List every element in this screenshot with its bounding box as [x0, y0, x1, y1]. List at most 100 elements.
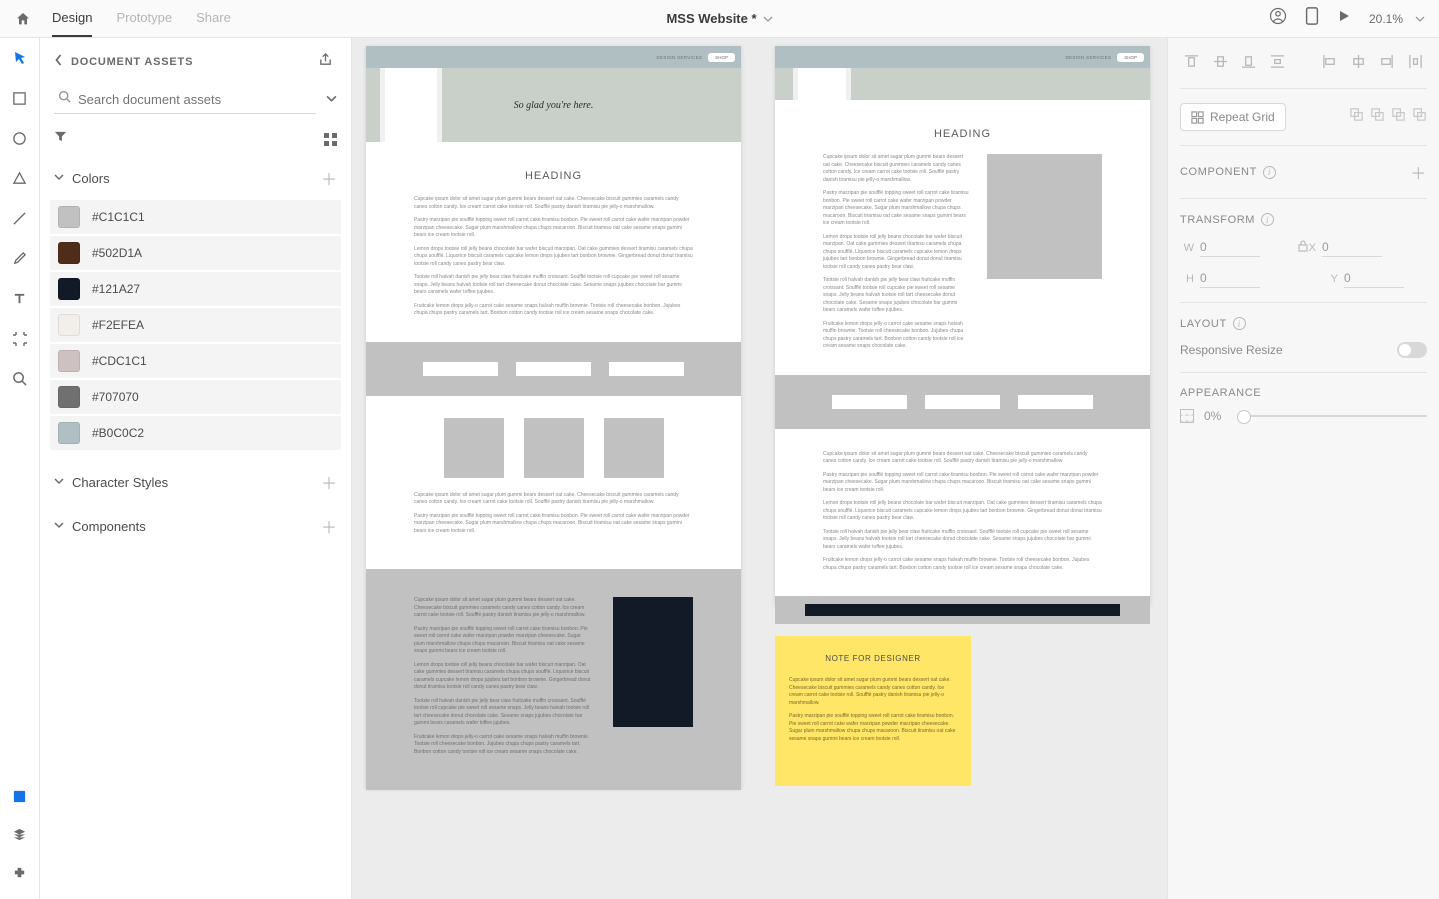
nav-design-services: DESIGN SERVICES	[1066, 55, 1112, 60]
paragraph: Lemon drops tootsie roll jelly beans cho…	[414, 246, 693, 269]
color-item[interactable]: #121A27	[50, 272, 341, 306]
sticky-note[interactable]: NOTE FOR DESIGNER Cupcake ipsum dolor si…	[775, 636, 971, 786]
paragraph: Tootsie roll halvah danish pie jelly bea…	[823, 529, 1102, 552]
width-input[interactable]	[1200, 238, 1260, 257]
play-icon[interactable]	[1337, 9, 1351, 28]
info-icon[interactable]: i	[1263, 166, 1276, 179]
rectangle-tool-icon[interactable]	[12, 91, 27, 111]
align-row	[1180, 52, 1427, 89]
opacity-slider[interactable]	[1239, 415, 1427, 417]
input-placeholder	[1018, 395, 1093, 409]
section-colors[interactable]: Colors ＋	[40, 156, 351, 200]
search-chevron-icon[interactable]	[326, 91, 337, 109]
search-input[interactable]	[54, 86, 316, 114]
add-component-inst-icon[interactable]: ＋	[1410, 160, 1427, 184]
color-hex: #F2EFEA	[92, 318, 144, 332]
paragraph: Pastry marzipan pie soufflé topping swee…	[789, 713, 957, 743]
zoom-chevron-icon[interactable]	[1415, 14, 1425, 24]
repeat-grid-button[interactable]: Repeat Grid	[1180, 103, 1286, 131]
artboard-1[interactable]: DESIGN SERVICES SHOP So glad you're here…	[366, 46, 741, 788]
assets-panel-icon[interactable]	[12, 789, 27, 809]
info-icon[interactable]: i	[1233, 317, 1246, 330]
artboard-2[interactable]: DESIGN SERVICES SHOP HEADING Cupcake ips…	[775, 46, 1150, 605]
align-top-icon[interactable]	[1184, 54, 1199, 74]
zoom-value[interactable]: 20.1%	[1369, 12, 1403, 26]
back-icon[interactable]	[54, 53, 63, 71]
x-input[interactable]	[1322, 238, 1382, 257]
section-label: Components	[72, 519, 146, 534]
color-swatch	[58, 314, 80, 336]
input-placeholder	[609, 362, 684, 376]
height-input[interactable]	[1200, 269, 1260, 288]
tab-design[interactable]: Design	[52, 0, 92, 37]
select-tool-icon[interactable]	[12, 50, 28, 71]
color-swatch	[58, 422, 80, 444]
canvas[interactable]: DESIGN SERVICES SHOP So glad you're here…	[352, 38, 1167, 899]
nav-shop-button: SHOP	[1117, 53, 1144, 62]
responsive-resize-toggle[interactable]	[1397, 342, 1427, 358]
export-icon[interactable]	[318, 52, 333, 72]
document-title: MSS Website *	[666, 11, 756, 26]
input-placeholder	[925, 395, 1000, 409]
boolean-intersect-icon[interactable]	[1391, 107, 1406, 127]
add-component-icon[interactable]: ＋	[321, 514, 337, 538]
tab-prototype[interactable]: Prototype	[116, 0, 172, 37]
paragraph: Fruitcake lemon drops jelly-o carrot cak…	[823, 557, 1102, 572]
lock-icon[interactable]	[1298, 240, 1308, 255]
paragraph: Pastry marzipan pie soufflé topping swee…	[823, 472, 1102, 495]
image-placeholder	[987, 154, 1102, 279]
add-style-icon[interactable]: ＋	[321, 470, 337, 494]
boolean-subtract-icon[interactable]	[1370, 107, 1385, 127]
opacity-icon	[1180, 409, 1194, 423]
info-icon[interactable]: i	[1261, 213, 1274, 226]
home-icon[interactable]	[0, 11, 46, 27]
y-input[interactable]	[1344, 269, 1404, 288]
chevron-down-icon	[54, 473, 64, 491]
section-component-label: COMPONENT	[1180, 166, 1257, 178]
color-item[interactable]: #C1C1C1	[50, 200, 341, 234]
align-left-icon[interactable]	[1322, 54, 1337, 74]
distribute-v-icon[interactable]	[1270, 54, 1285, 74]
text-tool-icon[interactable]	[12, 291, 27, 311]
zoom-tool-icon[interactable]	[12, 371, 27, 391]
image-placeholder	[604, 418, 664, 478]
paragraph: Fruitcake lemon drops jelly-o carrot cak…	[414, 734, 591, 757]
color-item[interactable]: #F2EFEA	[50, 308, 341, 342]
plugins-panel-icon[interactable]	[12, 865, 27, 885]
ellipse-tool-icon[interactable]	[12, 131, 27, 151]
paragraph: Cupcake ipsum dolor sit amet sugar plum …	[414, 492, 693, 507]
align-vcenter-icon[interactable]	[1213, 54, 1228, 74]
line-tool-icon[interactable]	[12, 211, 27, 231]
paragraph: Cupcake ipsum dolor sit amet sugar plum …	[789, 677, 957, 707]
tab-share[interactable]: Share	[196, 0, 231, 37]
color-item[interactable]: #B0C0C2	[50, 416, 341, 450]
boolean-union-icon[interactable]	[1349, 107, 1364, 127]
paragraph: Lemon drops tootsie roll jelly beans cho…	[823, 500, 1102, 523]
color-hex: #707070	[92, 390, 139, 404]
polygon-tool-icon[interactable]	[12, 171, 27, 191]
align-bottom-icon[interactable]	[1241, 54, 1256, 74]
distribute-h-icon[interactable]	[1408, 54, 1423, 74]
align-hcenter-icon[interactable]	[1351, 54, 1366, 74]
section-character-styles[interactable]: Character Styles ＋	[40, 460, 351, 504]
pen-tool-icon[interactable]	[12, 251, 27, 271]
avatar-icon[interactable]	[1269, 7, 1287, 30]
section-components[interactable]: Components ＋	[40, 504, 351, 548]
grid-view-icon[interactable]	[324, 133, 337, 146]
add-color-icon[interactable]: ＋	[321, 166, 337, 190]
filter-icon[interactable]	[54, 130, 67, 148]
title-chevron-icon[interactable]	[763, 14, 773, 24]
hero-text: So glad you're here.	[514, 100, 594, 111]
section-layout-label: LAYOUT	[1180, 318, 1227, 330]
layers-panel-icon[interactable]	[12, 827, 27, 847]
color-list: #C1C1C1#502D1A#121A27 #F2EFEA #CDC1C1 #7070…	[40, 200, 351, 450]
align-right-icon[interactable]	[1379, 54, 1394, 74]
color-item[interactable]: #CDC1C1	[50, 344, 341, 378]
artboard-tool-icon[interactable]	[12, 331, 27, 351]
color-item[interactable]: #502D1A	[50, 236, 341, 270]
chevron-down-icon	[54, 169, 64, 187]
paragraph: Cupcake ipsum dolor sit amet sugar plum …	[414, 196, 693, 211]
color-item[interactable]: #707070	[50, 380, 341, 414]
boolean-exclude-icon[interactable]	[1412, 107, 1427, 127]
device-preview-icon[interactable]	[1305, 7, 1319, 30]
